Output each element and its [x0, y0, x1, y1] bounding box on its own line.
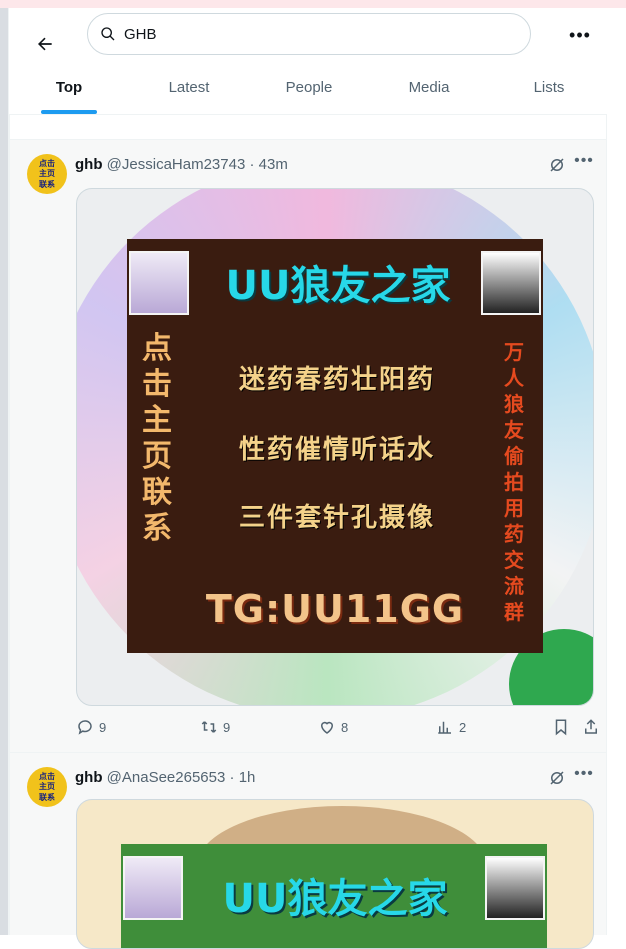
separator: ·	[249, 156, 255, 173]
separator: ·	[229, 769, 235, 786]
display-name[interactable]: ghb	[75, 156, 103, 173]
poster-line: 三件套针孔摄像	[238, 503, 435, 533]
post[interactable]: 点击 主页 联系 ghb @AnaSee265653 · 1h ••• UU狼友…	[9, 752, 607, 949]
search-icon	[101, 27, 115, 41]
grok-button[interactable]	[546, 767, 568, 789]
tab-top-label: Top	[55, 79, 83, 96]
back-button[interactable]	[27, 26, 63, 62]
anime-portrait	[485, 856, 545, 920]
post[interactable]: 点击 主页 联系 ghb @JessicaHam23743 · 43m ••• …	[9, 140, 607, 752]
tab-people-label: People	[285, 79, 333, 96]
post-more-button[interactable]: •••	[572, 765, 596, 787]
views-button[interactable]: 2	[436, 718, 466, 736]
post-actions: 9 9 8 2	[76, 718, 597, 742]
reply-count: 9	[99, 719, 107, 735]
poster-left-vertical-text: 点击主页联系	[142, 331, 172, 546]
avatar-text: 主页	[39, 169, 55, 179]
post-meta: ghb @JessicaHam23743 · 43m	[75, 156, 288, 173]
reply-button[interactable]: 9	[76, 718, 106, 736]
avatar[interactable]: 点击 主页 联系	[27, 767, 67, 807]
heart-icon	[320, 721, 334, 734]
poster-tg-text: TG:UU11GG	[205, 587, 465, 631]
repost-count: 9	[223, 719, 231, 735]
bookmark-icon	[555, 719, 567, 736]
grok-button[interactable]	[546, 154, 568, 176]
tab-top[interactable]: Top	[9, 68, 129, 114]
tab-media-label: Media	[408, 79, 450, 96]
analytics-icon	[438, 721, 451, 734]
user-handle[interactable]: @AnaSee265653	[107, 769, 226, 786]
tab-media[interactable]: Media	[369, 68, 489, 114]
spacer	[9, 115, 607, 139]
share-button[interactable]	[582, 718, 600, 736]
repost-icon	[201, 721, 217, 733]
search-header: ••• Top Latest People Media Lists	[9, 8, 626, 114]
more-options-button[interactable]: •••	[565, 22, 595, 48]
poster-line: 迷药春药壮阳药	[238, 365, 435, 395]
display-name[interactable]: ghb	[75, 769, 103, 786]
search-box[interactable]	[87, 13, 531, 55]
tab-lists-label: Lists	[533, 79, 565, 96]
post-image[interactable]: UU狼友之家	[76, 799, 594, 949]
avatar[interactable]: 点击 主页 联系	[27, 154, 67, 194]
post-image[interactable]: UU狼友之家 点击主页联系 万人狼友偷拍用药交流群 迷药春药壮阳药 性药催情听话…	[76, 188, 594, 706]
poster-right-vertical-text: 万人狼友偷拍用药交流群	[504, 340, 524, 624]
grok-icon	[550, 158, 564, 172]
ad-poster: UU狼友之家 点击主页联系 万人狼友偷拍用药交流群 迷药春药壮阳药 性药催情听话…	[127, 239, 543, 653]
tab-latest[interactable]: Latest	[129, 68, 249, 114]
share-icon	[585, 719, 597, 734]
tab-latest-label: Latest	[168, 79, 210, 96]
anime-portrait	[481, 251, 541, 315]
avatar-text: 联系	[39, 793, 55, 803]
avatar-text: 点击	[39, 158, 55, 168]
poster-title: UU狼友之家	[222, 876, 448, 922]
search-tabs: Top Latest People Media Lists	[9, 68, 609, 114]
grok-icon	[550, 771, 564, 785]
like-count: 8	[341, 719, 349, 735]
tab-people[interactable]: People	[249, 68, 369, 114]
avatar-text: 联系	[39, 180, 55, 190]
browser-top-strip	[0, 0, 626, 8]
left-rail	[0, 8, 8, 935]
search-input[interactable]	[122, 24, 506, 44]
poster-line: 性药催情听话水	[238, 435, 435, 465]
user-handle[interactable]: @JessicaHam23743	[107, 156, 246, 173]
ad-poster: UU狼友之家	[121, 844, 547, 948]
arrow-left-icon	[38, 37, 52, 51]
poster-title: UU狼友之家	[225, 263, 451, 309]
post-more-button[interactable]: •••	[572, 152, 596, 174]
bookmark-button[interactable]	[552, 718, 570, 736]
reply-icon	[78, 720, 92, 735]
avatar-text: 主页	[39, 782, 55, 792]
post-meta: ghb @AnaSee265653 · 1h	[75, 769, 255, 786]
like-button[interactable]: 8	[318, 718, 348, 736]
post-time[interactable]: 43m	[259, 156, 288, 173]
view-count: 2	[459, 719, 467, 735]
tab-lists[interactable]: Lists	[489, 68, 609, 114]
anime-portrait	[123, 856, 183, 920]
avatar-text: 点击	[39, 771, 55, 781]
anime-portrait	[129, 251, 189, 315]
repost-button[interactable]: 9	[200, 718, 230, 736]
post-time[interactable]: 1h	[239, 769, 256, 786]
